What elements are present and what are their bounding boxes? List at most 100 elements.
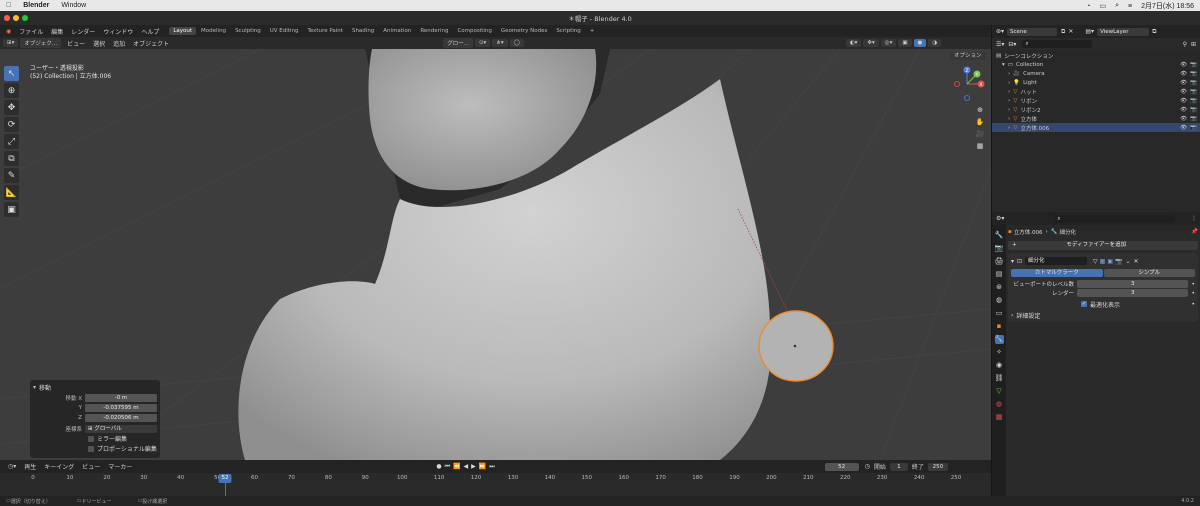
move-tool-icon[interactable]: ✥ (4, 100, 19, 115)
scene-icon[interactable]: ⊛▾ (996, 28, 1004, 35)
search-icon[interactable]: ⌕ (1115, 2, 1119, 10)
tab-catmull-clark[interactable]: カトマルクラーク (1011, 269, 1103, 277)
axis-gizmo[interactable]: X Z Y (945, 66, 989, 106)
chevron-right-icon[interactable]: › (1008, 80, 1010, 86)
pan-hand-icon[interactable]: ✋ (975, 117, 985, 127)
tab-compositing[interactable]: Compositing (453, 27, 495, 35)
physics-tab-icon[interactable]: ◉ (995, 361, 1004, 370)
editor-type-icon[interactable]: ⊞▾ (3, 39, 19, 47)
zoom-window-button[interactable] (22, 15, 28, 21)
properties-options-icon[interactable]: ⋮ (1191, 215, 1197, 222)
viewport-options-button[interactable]: オプション (950, 51, 988, 60)
move-x-field[interactable]: -0 m (85, 393, 157, 402)
chevron-right-icon[interactable]: › (1008, 89, 1010, 95)
eye-icon[interactable]: 👁 (1180, 80, 1187, 86)
collection-tab-icon[interactable]: ▭ (995, 309, 1004, 318)
pivot-icon[interactable]: ⊙▾ (474, 39, 491, 47)
camera-view-icon[interactable]: 🎥 (975, 129, 985, 139)
zoom-icon[interactable]: ⊕ (975, 105, 985, 115)
operator-panel-header[interactable]: ▾ 移動 (33, 383, 157, 392)
prev-keyframe-icon[interactable]: ⏪ (453, 463, 460, 470)
outliner-item[interactable]: › ▽ 立方体.006 👁 📷 (992, 123, 1200, 132)
render-camera-icon[interactable]: 📷 (1190, 71, 1197, 77)
advanced-section[interactable]: › 詳細設定 (1011, 311, 1195, 320)
render-camera-icon[interactable]: 📷 (1190, 107, 1197, 113)
tab-uv-editing[interactable]: UV Editing (266, 27, 303, 35)
modifier-name-field[interactable]: 細分化 (1025, 257, 1088, 265)
pin-icon[interactable]: 📌 (1191, 229, 1198, 235)
texture-tab-icon[interactable]: ▦ (995, 413, 1004, 422)
measure-tool-icon[interactable]: 📐 (4, 185, 19, 200)
timeline-menu-keying[interactable]: キーイング (40, 462, 78, 471)
render-camera-icon[interactable]: 📷 (1190, 89, 1197, 95)
outliner-filter-icon[interactable]: ⊟▾ (1008, 41, 1016, 48)
chevron-down-icon[interactable]: ▾ (33, 384, 36, 391)
overlay-icon[interactable]: ◎▾ (880, 39, 897, 47)
keyframe-dot-icon[interactable]: • (1191, 281, 1195, 288)
render-camera-icon[interactable]: 📷 (1190, 125, 1197, 131)
chevron-right-icon[interactable]: › (1008, 107, 1010, 113)
record-icon[interactable]: ● (436, 463, 441, 470)
scale-tool-icon[interactable]: ⤢ (4, 134, 19, 149)
timeline-menu-playback[interactable]: 再生 (20, 462, 40, 471)
viewport-menu-add[interactable]: 追加 (109, 39, 129, 48)
timeline-ruler[interactable]: 0102030405060708090100110120130140150160… (0, 474, 991, 484)
chevron-right-icon[interactable]: › (1008, 71, 1010, 77)
proportional-icon[interactable]: ◯ (509, 39, 524, 47)
scene-close-icon[interactable]: ✕ (1068, 28, 1073, 35)
eye-icon[interactable]: 👁 (1180, 62, 1187, 68)
chevron-right-icon[interactable]: › (1008, 125, 1010, 131)
chevron-right-icon[interactable]: › (1008, 98, 1010, 104)
particles-tab-icon[interactable]: ✧ (995, 348, 1004, 357)
tab-texture-paint[interactable]: Texture Paint (303, 27, 347, 35)
eye-icon[interactable]: 👁 (1180, 107, 1187, 113)
current-frame-field[interactable]: 52 (824, 462, 859, 471)
grid-ortho-icon[interactable]: ▦ (975, 141, 985, 151)
outliner-item[interactable]: › ▽ リボン 👁 📷 (992, 96, 1200, 105)
output-tab-icon[interactable]: 🖨 (995, 257, 1004, 266)
eye-icon[interactable]: 👁 (1180, 125, 1187, 131)
object-tab-icon[interactable]: ▪ (995, 322, 1004, 331)
eye-icon[interactable]: 👁 (1180, 71, 1187, 77)
realtime-toggle-icon[interactable]: ▣ (1107, 258, 1113, 265)
orientation-dropdown[interactable]: ⊞ グローバル (85, 424, 157, 433)
new-collection-icon[interactable]: ⊞ (1191, 41, 1196, 48)
tool-tab-icon[interactable]: 🔧 (995, 231, 1004, 240)
apple-icon[interactable]:  (6, 2, 11, 9)
mirror-edit-row[interactable]: ミラー編集 (33, 434, 157, 443)
properties-search-field[interactable]: ⌕ (1054, 214, 1175, 223)
outliner-funnel-icon[interactable]: ⚲ (1183, 41, 1187, 48)
viewport-menu-view[interactable]: ビュー (63, 39, 89, 48)
outliner-item[interactable]: › ▽ ハット 👁 📷 (992, 87, 1200, 96)
modifier-tab-icon[interactable]: 🔧 (994, 335, 1004, 344)
outliner-item[interactable]: ▾ ▭ Collection 👁 📷 (992, 60, 1200, 69)
render-camera-icon[interactable]: 📷 (1190, 62, 1197, 68)
battery-icon[interactable]: ▭ (1099, 2, 1106, 10)
select-box-tool-icon[interactable]: ↖ (4, 66, 19, 81)
jump-start-icon[interactable]: ⏮ (445, 463, 450, 471)
mode-dropdown[interactable]: オブジェク... (20, 38, 62, 48)
eye-icon[interactable]: 👁 (1180, 116, 1187, 122)
chevron-right-icon[interactable]: › (1008, 116, 1010, 122)
render-toggle-icon[interactable]: 📷 (1115, 258, 1122, 265)
snap-icon[interactable]: ⋔▾ (492, 39, 508, 47)
properties-editor-icon[interactable]: ⚙▾ (996, 215, 1004, 222)
tab-geometry-nodes[interactable]: Geometry Nodes (497, 27, 551, 35)
menu-window[interactable]: ウィンドウ (99, 27, 137, 36)
view-layer-copy-icon[interactable]: ⧉ (1152, 28, 1156, 36)
menu-render[interactable]: レンダー (67, 27, 99, 36)
tab-simple[interactable]: シンプル (1103, 269, 1195, 277)
tab-rendering[interactable]: Rendering (416, 27, 452, 35)
world-tab-icon[interactable]: ◍ (995, 296, 1004, 305)
chevron-down-icon[interactable]: ▾ (1002, 62, 1005, 68)
outliner-item[interactable]: › 💡 Light 👁 📷 (992, 78, 1200, 87)
viewport-menu-object[interactable]: オブジェクト (129, 39, 173, 48)
move-y-field[interactable]: -0.037595 m (85, 403, 157, 412)
proportional-edit-row[interactable]: プロポーショナル編集 (33, 444, 157, 453)
tab-modeling[interactable]: Modeling (197, 27, 230, 35)
end-frame-field[interactable]: 250 (927, 462, 948, 471)
menu-help[interactable]: ヘルプ (137, 27, 163, 36)
clock[interactable]: 2月7日(水) 18:56 (1141, 1, 1194, 11)
render-levels-field[interactable]: 3 (1077, 289, 1189, 297)
modifier-dropdown-icon[interactable]: ⌄ (1126, 258, 1131, 265)
